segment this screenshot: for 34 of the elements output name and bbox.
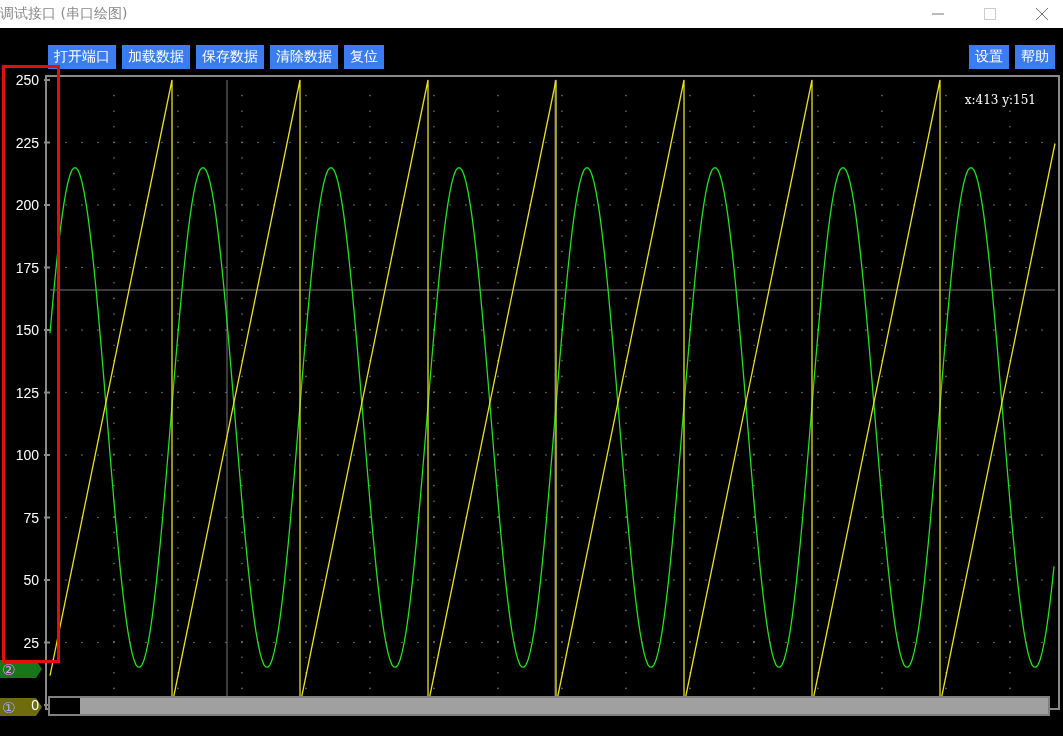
axis-tick [43,79,51,81]
axis-tick [43,266,51,269]
axis-label: 175 [15,259,39,276]
axis-tick [43,641,51,644]
axis-tick [43,516,51,519]
axis-label: 125 [15,384,39,401]
axis-label: 50 [23,572,39,588]
toolbar-button[interactable]: 设置 [969,45,1009,69]
axis-label: 150 [15,322,39,338]
toolbar-button[interactable]: 复位 [344,45,384,69]
axis-label: 200 [15,197,39,213]
axis-label: 225 [15,134,39,151]
scroll-thumb[interactable] [80,698,1048,714]
axis-label: 25 [23,634,39,651]
close-icon[interactable] [1035,7,1049,21]
toolbar-button[interactable]: 保存数据 [196,45,264,69]
axis-tick [43,579,51,581]
scroll-bar[interactable] [48,696,1050,716]
toolbar-button[interactable]: 打开端口 [48,45,116,69]
maximize-icon[interactable] [983,7,997,21]
toolbar-button[interactable]: 清除数据 [270,45,338,69]
axis-label: 0 [31,697,39,713]
axis-label: 250 [15,74,39,88]
axis-label: 100 [15,447,39,463]
axis-tick [43,391,51,394]
toolbar-button[interactable]: 加载数据 [122,45,190,69]
axis-label: 75 [23,509,39,526]
axis-tick [43,329,51,331]
cursor-readout: x:413 y:151 [964,93,1036,107]
axis-tick [43,454,51,456]
axis-tick [43,141,51,144]
axis-tick [43,204,51,206]
toolbar-button[interactable]: 帮助 [1015,45,1055,69]
window-title: 调试接口 (串口绘图) [0,5,128,23]
